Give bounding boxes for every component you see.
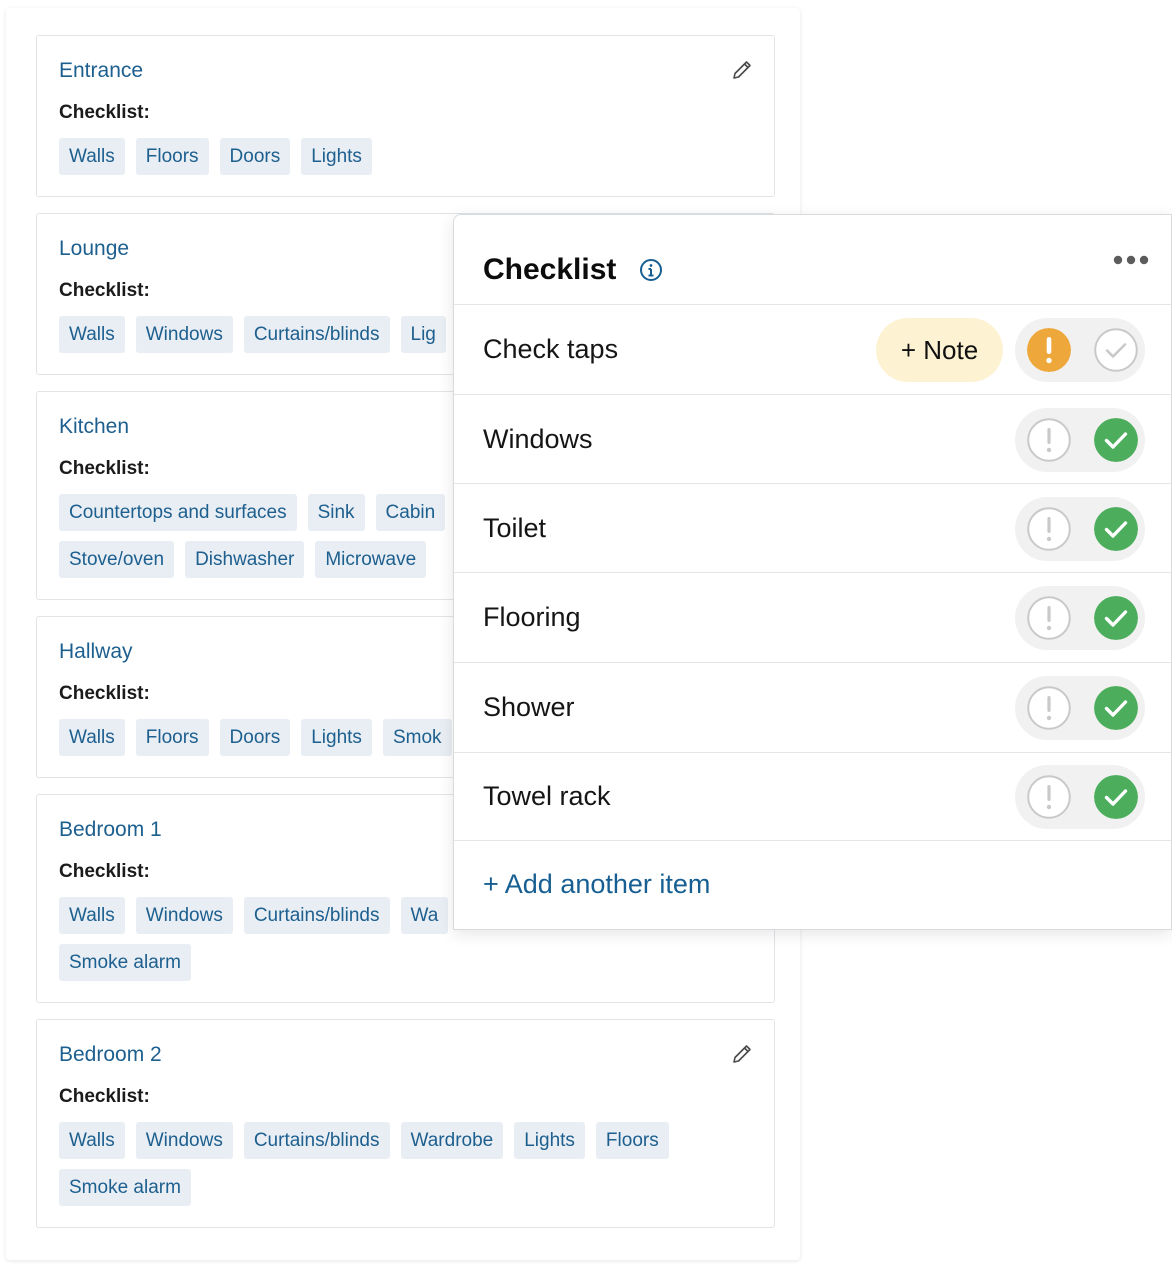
checklist-tag: Lights (514, 1122, 585, 1159)
checklist-tag: Windows (135, 1122, 233, 1159)
checklist-label: Checklist: (59, 280, 150, 301)
exclamation-icon[interactable] (1027, 328, 1071, 372)
checklist-tag: Microwave (315, 541, 427, 578)
tag-row: Walls Floors Doors Lights Smok (59, 719, 452, 756)
checklist-tag: Smoke alarm (59, 944, 191, 981)
tag-row: Walls Windows Curtains/blinds Wa (59, 897, 449, 934)
checklist-item-row: Check taps + Note (454, 305, 1171, 395)
add-item-link[interactable]: + Add another item (483, 869, 710, 900)
tag-row: Walls Windows Curtains/blinds Lig (59, 316, 446, 353)
status-toggle (1015, 318, 1145, 382)
checklist-item-row: Shower (454, 663, 1171, 753)
status-toggle (1015, 676, 1145, 740)
checklist-tag: Doors (219, 138, 291, 175)
status-toggle (1015, 496, 1145, 561)
checkmark-icon[interactable] (1094, 506, 1138, 551)
checklist-tag: Walls (59, 897, 125, 934)
checklist-tag: Curtains/blinds (243, 1122, 390, 1159)
checklist-tag: Lights (301, 138, 372, 175)
checklist-tag: Stove/oven (59, 541, 175, 578)
checklist-tag: Curtains/blinds (243, 316, 390, 353)
checklist-item-row: Towel rack (454, 753, 1171, 841)
checklist-label: Checklist: (59, 458, 150, 479)
checklist-tag: Lig (400, 316, 446, 353)
checkmark-icon[interactable] (1094, 775, 1138, 819)
checklist-tag: Walls (59, 138, 125, 175)
checklist-tag: Floors (135, 719, 209, 756)
checklist-label: Checklist: (59, 861, 150, 882)
checklist-label: Checklist: (59, 102, 150, 123)
checkmark-icon[interactable] (1094, 686, 1138, 730)
exclamation-icon[interactable] (1027, 596, 1071, 640)
checklist-tag: Cabin (375, 494, 446, 531)
checklist-tag: Dishwasher (185, 541, 305, 578)
exclamation-icon[interactable] (1027, 775, 1071, 819)
checklist-tag: Wa (400, 897, 449, 934)
tag-row: Stove/oven Dishwasher Microwave (59, 541, 427, 578)
checklist-tag: Walls (59, 719, 125, 756)
checkmark-icon[interactable] (1094, 417, 1138, 462)
tag-row: Smoke alarm (59, 1169, 191, 1206)
status-toggle (1015, 586, 1145, 650)
room-card-entrance: Entrance Checklist: Walls Floors Doors Lights (36, 35, 775, 197)
checklist-tag: Smoke alarm (59, 1169, 191, 1206)
checklist-item-label[interactable]: Flooring (483, 602, 581, 633)
tag-row: Walls Windows Curtains/blinds Wardrobe Light… (59, 1122, 669, 1159)
checklist-item-label[interactable]: Windows (483, 424, 593, 455)
checklist-tag: Smok (382, 719, 452, 756)
checkmark-icon[interactable] (1094, 328, 1138, 372)
checklist-tag: Floors (135, 138, 209, 175)
tag-row: Smoke alarm (59, 944, 191, 981)
checklist-item-row: Toilet (454, 484, 1171, 573)
status-toggle (1015, 765, 1145, 829)
room-title[interactable]: Kitchen (59, 415, 129, 439)
checklist-tag: Floors (595, 1122, 669, 1159)
checklist-item-row: Windows (454, 395, 1171, 484)
checklist-title: Checklist (483, 253, 617, 286)
exclamation-icon[interactable] (1027, 417, 1071, 462)
exclamation-icon[interactable] (1027, 686, 1071, 730)
pencil-icon[interactable] (730, 1042, 754, 1066)
checklist-item-label[interactable]: Check taps (483, 334, 618, 365)
checklist-item-row: Flooring (454, 573, 1171, 663)
exclamation-icon[interactable] (1027, 506, 1071, 551)
more-horizontal-icon[interactable] (1113, 253, 1149, 267)
add-note-button[interactable]: + Note (876, 318, 1003, 382)
checklist-tag: Doors (219, 719, 291, 756)
room-title[interactable]: Lounge (59, 237, 129, 261)
checklist-tag: Windows (135, 316, 233, 353)
checklist-tag: Windows (135, 897, 233, 934)
checklist-popup: Checklist Check taps + Note Windows Toilet F… (453, 214, 1172, 930)
checklist-label: Checklist: (59, 683, 150, 704)
checklist-tag: Sink (307, 494, 365, 531)
room-title[interactable]: Bedroom 1 (59, 818, 162, 842)
status-toggle (1015, 407, 1145, 472)
checklist-tag: Walls (59, 316, 125, 353)
checkmark-icon[interactable] (1094, 596, 1138, 640)
room-title[interactable]: Bedroom 2 (59, 1043, 162, 1067)
checklist-item-label[interactable]: Towel rack (483, 781, 611, 812)
checklist-tag: Curtains/blinds (243, 897, 390, 934)
checklist-item-label[interactable]: Shower (483, 692, 575, 723)
tag-row: Countertops and surfaces Sink Cabin (59, 494, 446, 531)
pencil-icon[interactable] (730, 58, 754, 82)
checklist-label: Checklist: (59, 1086, 150, 1107)
room-card-bedroom-2: Bedroom 2 Checklist: Walls Windows Curtains/… (36, 1019, 775, 1228)
checklist-tag: Lights (301, 719, 372, 756)
checklist-item-label[interactable]: Toilet (483, 513, 546, 544)
room-title[interactable]: Entrance (59, 59, 143, 83)
checklist-tag: Walls (59, 1122, 125, 1159)
info-icon[interactable] (639, 258, 663, 282)
checklist-tag: Countertops and surfaces (59, 494, 297, 531)
tag-row: Walls Floors Doors Lights (59, 138, 372, 175)
checklist-tag: Wardrobe (400, 1122, 504, 1159)
room-title[interactable]: Hallway (59, 640, 133, 664)
checklist-header: Checklist (454, 215, 1171, 305)
